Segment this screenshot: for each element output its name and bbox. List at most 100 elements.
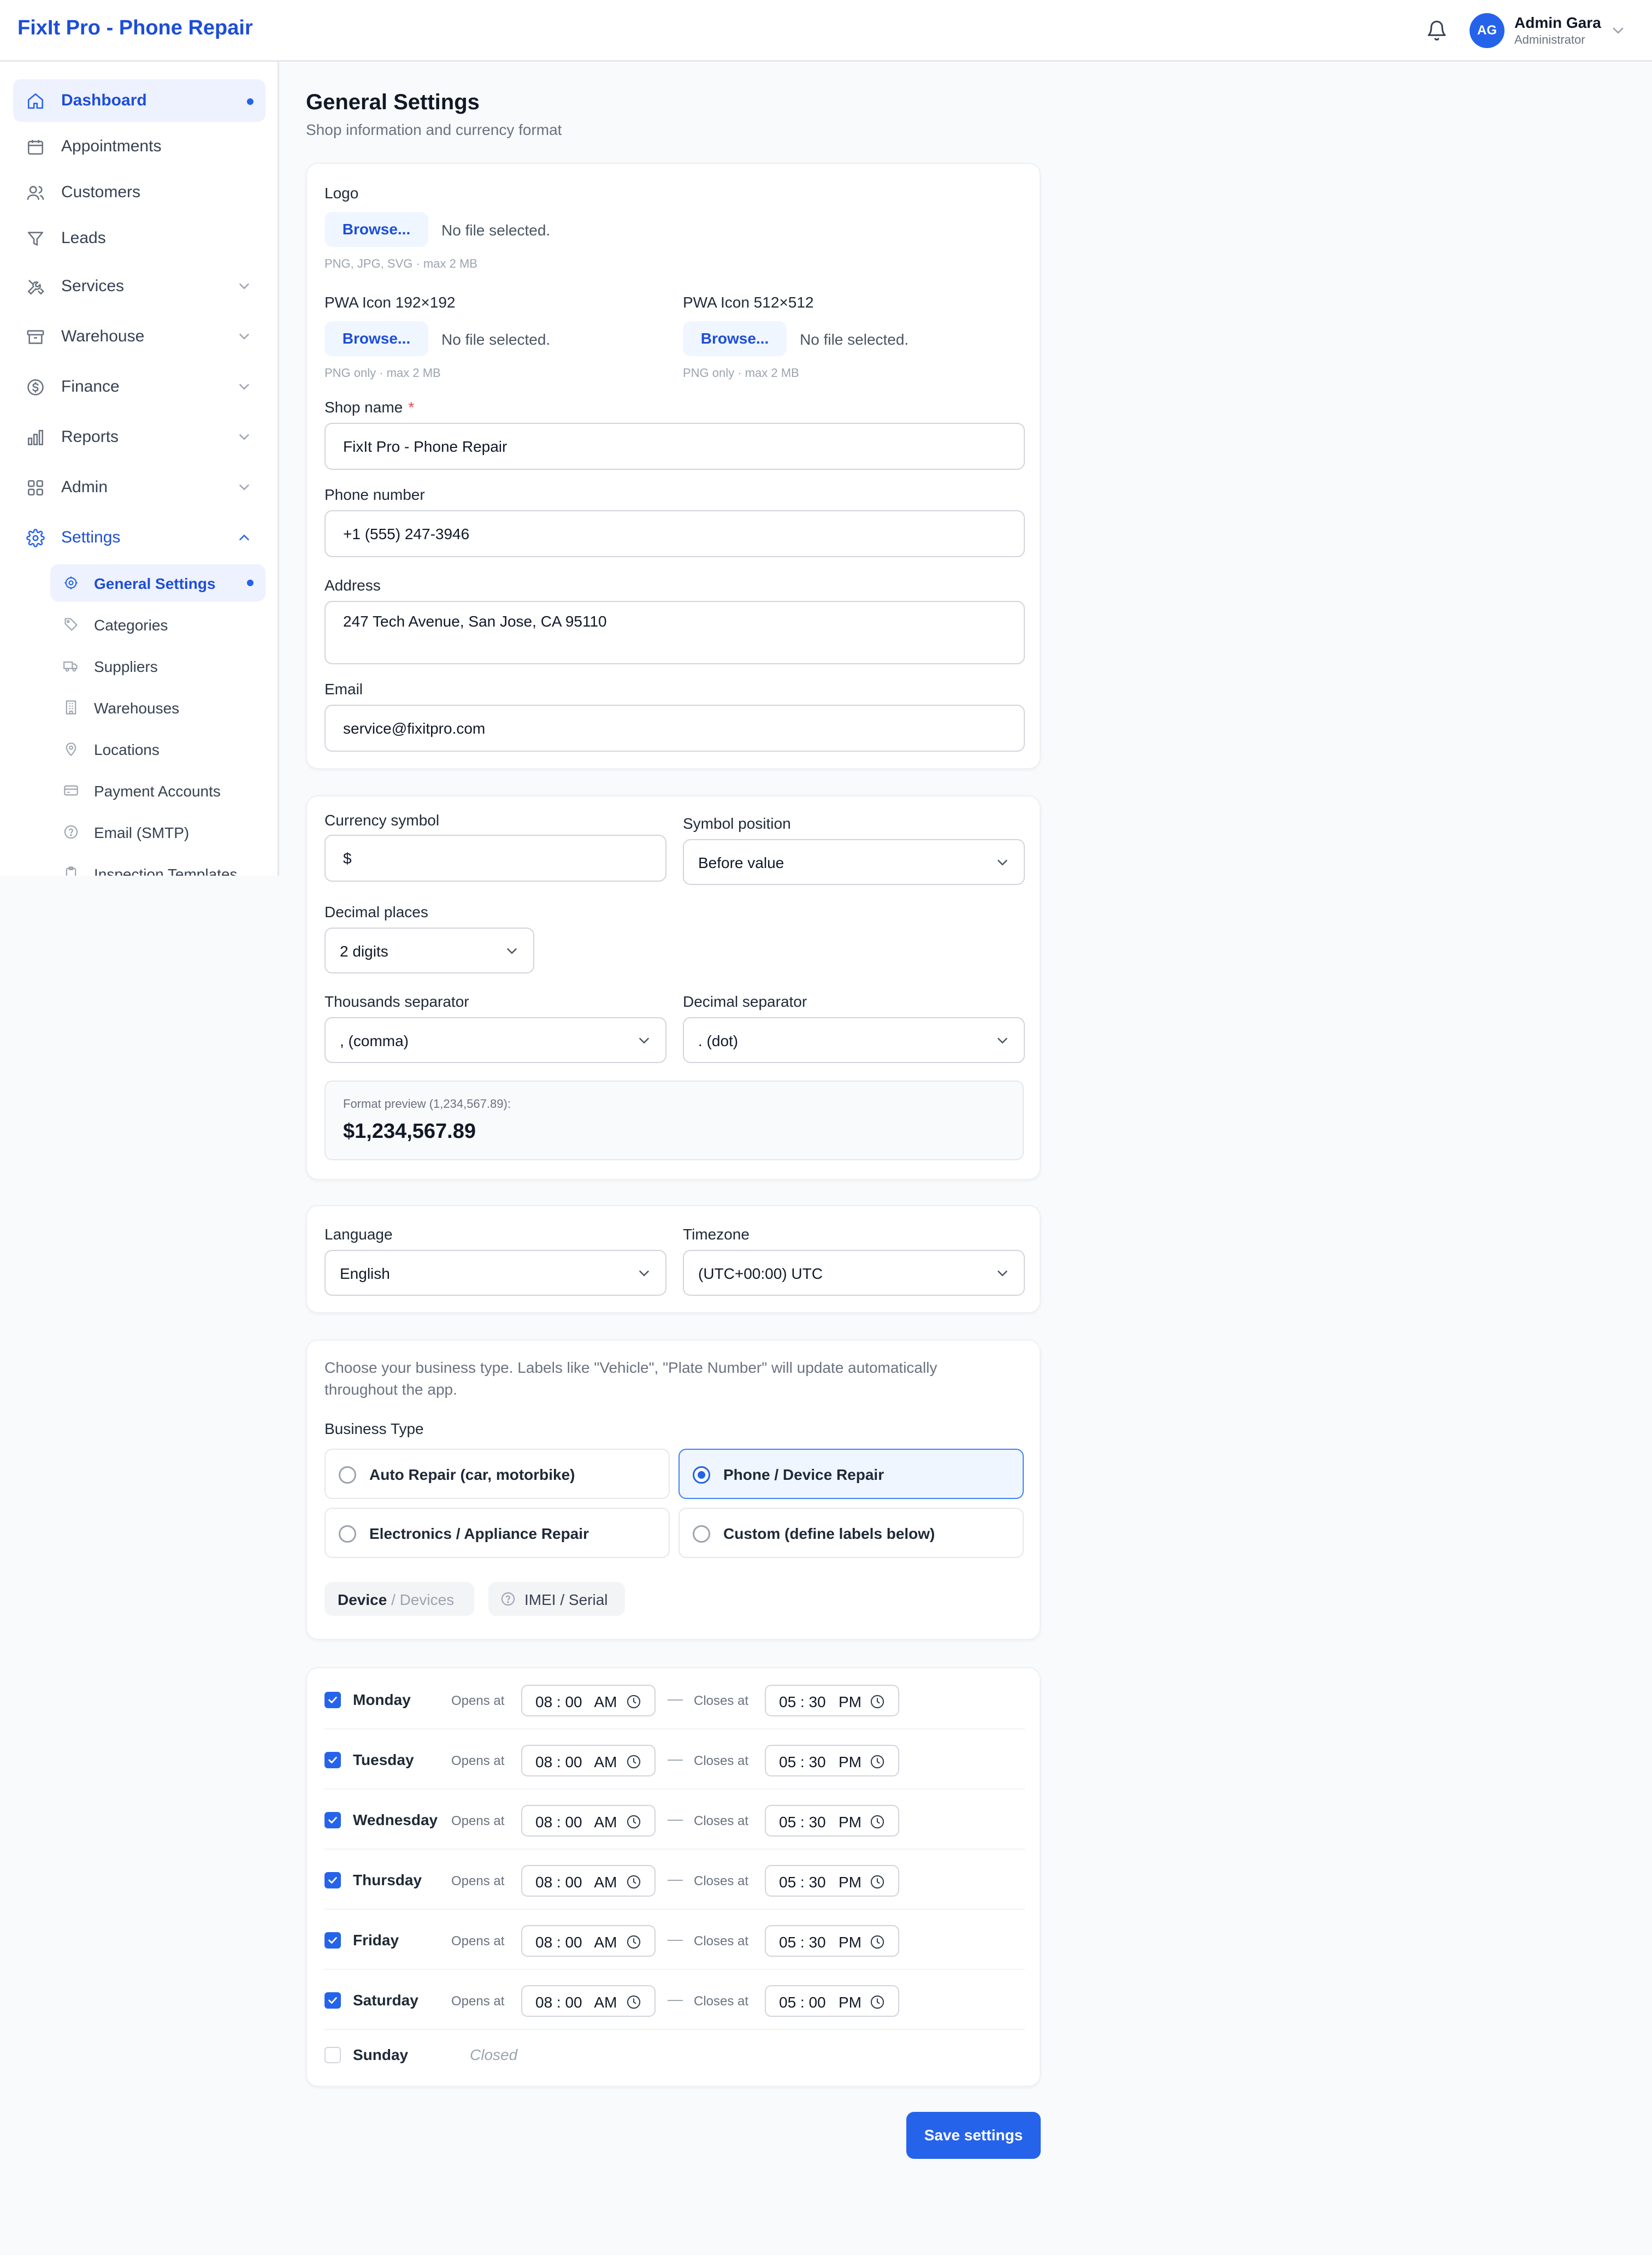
close-time-input[interactable]: 05 : 00 PM	[765, 1985, 899, 2017]
close-time-value: 05 : 30 PM	[779, 1874, 862, 1891]
closes-label: Closes at	[694, 1934, 749, 1949]
entity-plural: / Devices	[391, 1591, 455, 1608]
sidebar-item-admin[interactable]: Admin	[13, 466, 266, 509]
address-textarea[interactable]: 247 Tech Avenue, San Jose, CA 95110	[324, 601, 1025, 664]
radio-button[interactable]	[693, 1525, 710, 1543]
sidebar-item-appointments[interactable]: Appointments	[13, 125, 266, 168]
sidebar-subitem-label: General Settings	[94, 575, 216, 592]
chevron-down-icon[interactable]	[236, 278, 252, 294]
sidebar-item-label: Services	[61, 277, 125, 295]
day-label: Tuesday	[353, 1751, 414, 1768]
close-time-input[interactable]: 05 : 30 PM	[765, 1745, 899, 1776]
close-time-input[interactable]: 05 : 30 PM	[765, 1805, 899, 1837]
time-separator: —	[668, 1991, 683, 2008]
day-checkbox[interactable]	[324, 1992, 341, 2009]
user-name[interactable]: Admin Gara	[1514, 14, 1601, 32]
sidebar-item-dashboard[interactable]: Dashboard	[13, 79, 266, 122]
chevron-down-icon[interactable]	[236, 479, 252, 495]
sidebar-item-label: Finance	[61, 377, 120, 395]
decimal-separator-value: . (dot)	[698, 1032, 739, 1049]
sidebar-item-customers[interactable]: Customers	[13, 171, 266, 214]
currency-symbol-label: Currency symbol	[324, 812, 440, 829]
phone-input[interactable]: +1 (555) 247-3946	[324, 510, 1025, 557]
sidebar-subitem-payment-accounts[interactable]: Payment Accounts	[50, 772, 266, 809]
chevron-down-icon[interactable]	[236, 429, 252, 445]
bell-icon[interactable]	[1426, 20, 1448, 42]
save-settings-button[interactable]: Save settings	[906, 2112, 1041, 2159]
day-checkbox[interactable]	[324, 2047, 341, 2063]
business-option-auto-repair[interactable]: Auto Repair (car, motorbike)	[324, 1449, 670, 1499]
timezone-select[interactable]: (UTC+00:00) UTC	[683, 1250, 1025, 1296]
sidebar-subitem-categories[interactable]: Categories	[50, 606, 266, 643]
open-time-input[interactable]: 08 : 00 AM	[521, 1925, 656, 1957]
closes-label: Closes at	[694, 1693, 749, 1708]
chevron-down-icon[interactable]	[236, 328, 252, 345]
business-option-custom[interactable]: Custom (define labels below)	[678, 1508, 1024, 1558]
day-checkbox[interactable]	[324, 1752, 341, 1768]
pwa512-label: PWA Icon 512×512	[683, 294, 814, 311]
sidebar-subitem-general-settings[interactable]: General Settings	[50, 564, 266, 601]
open-time-input[interactable]: 08 : 00 AM	[521, 1805, 656, 1837]
chevron-down-icon[interactable]	[1609, 22, 1627, 39]
sidebar-subitem-warehouses[interactable]: Warehouses	[50, 689, 266, 726]
archive-icon	[26, 328, 45, 346]
time-separator: —	[668, 1690, 683, 1707]
shop-name-input[interactable]: FixIt Pro - Phone Repair	[324, 423, 1025, 470]
day-checkbox[interactable]	[324, 1812, 341, 1828]
identifier-label: IMEI / Serial	[524, 1591, 608, 1608]
tools-icon	[26, 278, 45, 296]
pwa512-browse-button[interactable]: Browse...	[683, 321, 787, 356]
opens-label: Opens at	[451, 1934, 505, 1949]
logo-label: Logo	[324, 185, 359, 202]
decimal-separator-select[interactable]: . (dot)	[683, 1017, 1025, 1063]
calendar-icon	[26, 138, 45, 156]
close-time-input[interactable]: 05 : 30 PM	[765, 1925, 899, 1957]
shop-name-label: Shop name *	[324, 399, 415, 416]
day-checkbox[interactable]	[324, 1692, 341, 1708]
open-time-input[interactable]: 08 : 00 AM	[521, 1865, 656, 1897]
sidebar-item-settings[interactable]: Settings	[13, 516, 266, 559]
open-time-input[interactable]: 08 : 00 AM	[521, 1685, 656, 1716]
radio-button[interactable]	[339, 1466, 356, 1484]
sidebar-item-leads[interactable]: Leads	[13, 217, 266, 259]
sidebar-item-warehouse[interactable]: Warehouse	[13, 315, 266, 358]
chevron-down-icon[interactable]	[236, 379, 252, 395]
sidebar-item-reports[interactable]: Reports	[13, 416, 266, 458]
close-time-input[interactable]: 05 : 30 PM	[765, 1865, 899, 1897]
timezone-value: (UTC+00:00) UTC	[698, 1265, 823, 1282]
logo-browse-button[interactable]: Browse...	[324, 212, 428, 247]
sidebar-item-finance[interactable]: Finance	[13, 365, 266, 408]
business-option-electronics-repair[interactable]: Electronics / Appliance Repair	[324, 1508, 670, 1558]
avatar[interactable]: AG	[1470, 13, 1504, 48]
dollar-icon	[26, 378, 45, 397]
radio-button[interactable]	[693, 1466, 710, 1484]
thousands-separator-select[interactable]: , (comma)	[324, 1017, 666, 1063]
open-time-input[interactable]: 08 : 00 AM	[521, 1745, 656, 1776]
currency-symbol-input[interactable]: $	[324, 835, 666, 882]
sidebar-subitem-label: Payment Accounts	[94, 783, 221, 800]
open-time-input[interactable]: 08 : 00 AM	[521, 1985, 656, 2017]
day-checkbox[interactable]	[324, 1872, 341, 1888]
decimal-places-select[interactable]: 2 digits	[324, 928, 534, 973]
close-time-input[interactable]: 05 : 30 PM	[765, 1685, 899, 1716]
business-option-phone-repair[interactable]: Phone / Device Repair	[678, 1449, 1024, 1499]
chevron-up-icon[interactable]	[236, 529, 252, 546]
pwa192-file-status: No file selected.	[441, 331, 551, 348]
sidebar-subitem-email-smtp[interactable]: Email (SMTP)	[50, 813, 266, 851]
sidebar-subitem-inspection-templates[interactable]: Inspection Templates	[50, 855, 266, 876]
closes-label: Closes at	[694, 1874, 749, 1888]
sidebar-item-label: Settings	[61, 528, 121, 546]
symbol-position-select[interactable]: Before value	[683, 839, 1025, 885]
gear-icon	[63, 575, 79, 591]
day-checkbox[interactable]	[324, 1932, 341, 1949]
language-value: English	[340, 1265, 390, 1282]
app-title[interactable]: FixIt Pro - Phone Repair	[17, 16, 253, 40]
sidebar-item-services[interactable]: Services	[13, 265, 266, 308]
email-input[interactable]: service@fixitpro.com	[324, 705, 1025, 752]
sidebar-subitem-locations[interactable]: Locations	[50, 730, 266, 768]
opens-label: Opens at	[451, 1693, 505, 1708]
language-select[interactable]: English	[324, 1250, 666, 1296]
pwa192-browse-button[interactable]: Browse...	[324, 321, 428, 356]
sidebar-subitem-suppliers[interactable]: Suppliers	[50, 647, 266, 684]
radio-button[interactable]	[339, 1525, 356, 1543]
